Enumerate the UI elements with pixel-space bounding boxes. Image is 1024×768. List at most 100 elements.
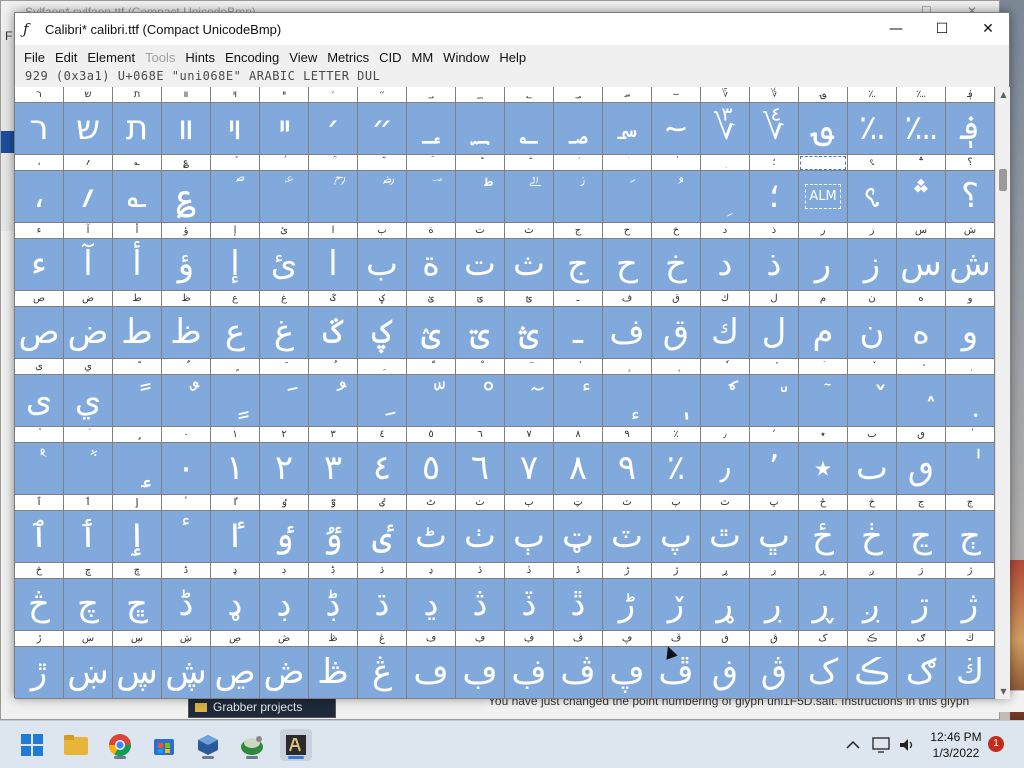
glyph-cell[interactable]: ثث (505, 223, 554, 291)
glyph-cell[interactable]: ڝڝ (211, 631, 260, 699)
menu-element[interactable]: Element (82, 50, 140, 65)
glyph-cell[interactable]: ٭ ٭ (799, 427, 848, 495)
glyph-cell[interactable]: ٵٵ (211, 495, 260, 563)
glyph-cell[interactable]: ړړ (701, 563, 750, 631)
globe-app-button[interactable] (236, 729, 268, 761)
glyph-cell[interactable]: ُُ (309, 359, 358, 427)
glyph-cell[interactable]: ٶٶ (260, 495, 309, 563)
glyph-cell[interactable]: ڨڨ (750, 631, 799, 699)
glyph-cell[interactable]: ٖٖ (652, 359, 701, 427)
glyph-cell[interactable]: كك (701, 291, 750, 359)
glyph-cell[interactable]: ٳٳ (113, 495, 162, 563)
glyph-cell[interactable]: ؾؾ (456, 291, 505, 359)
scroll-down-icon[interactable]: ▼ (996, 684, 1011, 699)
glyph-cell[interactable]: ڣڣ (505, 631, 554, 699)
virtualbox-button[interactable] (192, 729, 224, 761)
glyph-cell[interactable]: ؈ ؈ (799, 87, 848, 155)
menu-window[interactable]: Window (438, 50, 494, 65)
glyph-cell[interactable]: ّّ (407, 359, 456, 427)
clock[interactable]: 12:46 PM 1/3/2022 (928, 729, 984, 761)
minimize-button[interactable]: — (873, 13, 919, 45)
glyph-cell[interactable]: ڍڍ (407, 563, 456, 631)
fontforge-taskbar-button[interactable] (280, 729, 312, 761)
glyph-cell[interactable]: ٮٮ (848, 427, 897, 495)
glyph-cell[interactable]: ؊ ؊ (897, 87, 946, 155)
glyph-cell[interactable]: څڅ (15, 563, 64, 631)
menu-edit[interactable]: Edit (50, 50, 82, 65)
glyph-cell[interactable]: ظظ (162, 291, 211, 359)
glyph-cell[interactable]: ڟڟ (309, 631, 358, 699)
glyph-cell[interactable]: ڤڤ (554, 631, 603, 699)
glyph-cell[interactable]: حح (603, 223, 652, 291)
glyph-cell[interactable]: ؐؐ (211, 155, 260, 223)
glyph-cell[interactable]: ټټ (554, 495, 603, 563)
glyph-cell[interactable]: ؤؤ (162, 223, 211, 291)
glyph-cell[interactable]: ڔڔ (750, 563, 799, 631)
glyph-cell[interactable]: ٷٷ (309, 495, 358, 563)
glyph-cell[interactable]: ٕٕ (603, 359, 652, 427)
glyph-cell[interactable]: شش (946, 223, 995, 291)
glyph-cell[interactable]: ٠٠ (162, 427, 211, 495)
glyph-cell[interactable]: ٤٤ (358, 427, 407, 495)
glyph-cell[interactable]: ڢڢ (456, 631, 505, 699)
glyph-cell[interactable]: ٙٙ (799, 359, 848, 427)
glyph-cell[interactable]: ؿؿ (505, 291, 554, 359)
glyph-cell[interactable]: ؍ ؍ (64, 155, 113, 223)
glyph-cell[interactable]: جج (554, 223, 603, 291)
glyph-cell[interactable]: ځځ (799, 495, 848, 563)
glyph-cell[interactable]: ٞٞ (64, 427, 113, 495)
tray-overflow-icon[interactable] (846, 721, 860, 768)
glyph-cell[interactable]: ڡڡ (407, 631, 456, 699)
glyph-cell[interactable]: ښښ (64, 631, 113, 699)
scroll-up-icon[interactable]: ▲ (996, 87, 1011, 102)
glyph-cell[interactable]: ״ ״ (358, 87, 407, 155)
glyph-cell[interactable]: ؏ ؏ (162, 155, 211, 223)
glyph-cell[interactable]: کک (799, 631, 848, 699)
glyph-cell[interactable]: ََ (260, 359, 309, 427)
glyph-cell[interactable]: آآ (64, 223, 113, 291)
glyph-cell[interactable]: ؇ ؇ (750, 87, 799, 155)
glyph-cell[interactable]: رر (799, 223, 848, 291)
glyph-cell[interactable]: زز (848, 223, 897, 291)
glyph-cell[interactable]: ږږ (848, 563, 897, 631)
glyph-cell[interactable]: ٹٹ (407, 495, 456, 563)
glyph-cell[interactable]: ژژ (946, 563, 995, 631)
glyph-cell[interactable]: שש (64, 87, 113, 155)
title-bar[interactable]: ƒ Calibri* calibri.ttf (Compact UnicodeB… (15, 13, 1009, 45)
network-icon[interactable] (872, 721, 890, 768)
glyph-cell[interactable]: ؀ ؀ (407, 87, 456, 155)
fontforge-window[interactable]: ƒ Calibri* calibri.ttf (Compact UnicodeB… (14, 12, 1010, 699)
glyph-cell[interactable]: תת (113, 87, 162, 155)
glyph-cell[interactable]: صص (15, 291, 64, 359)
glyph-cell[interactable]: ڌڌ (358, 563, 407, 631)
glyph-cell[interactable]: ؓؓ (358, 155, 407, 223)
glyph-cell[interactable]: ٫ ٫ (701, 427, 750, 495)
glyph-cell[interactable]: ٛٛ (897, 359, 946, 427)
glyph-cell[interactable]: ؒؒ (309, 155, 358, 223)
glyph-cell[interactable]: ٽٽ (603, 495, 652, 563)
glyph-cell[interactable]: ٪ ٪ (652, 427, 701, 495)
glyph-cell[interactable]: ٓٓ (505, 359, 554, 427)
glyph-cell[interactable]: ײײ (260, 87, 309, 155)
glyph-cell[interactable]: ڇڇ (113, 563, 162, 631)
glyph-cell[interactable]: ؋ ؋ (946, 87, 995, 155)
glyph-cell[interactable]: ٗٗ (701, 359, 750, 427)
glyph-cell[interactable]: عع (211, 291, 260, 359)
glyph-cell[interactable]: ٨٨ (554, 427, 603, 495)
vertical-scrollbar[interactable]: ▲ ▼ (995, 87, 1010, 699)
glyph-cell[interactable]: ٰٰ (946, 427, 995, 495)
glyph-cell[interactable]: ؞ ؞ (897, 155, 946, 223)
glyph-cell[interactable]: ڂڂ (848, 495, 897, 563)
glyph-cell[interactable]: ٲٲ (64, 495, 113, 563)
glyph-cell[interactable]: ڥڥ (603, 631, 652, 699)
maximize-button[interactable]: ☐ (919, 13, 965, 45)
glyph-cell[interactable]: ــ (554, 291, 603, 359)
glyph-cell[interactable]: ڐڐ (554, 563, 603, 631)
glyph-cell[interactable]: ٣٣ (309, 427, 358, 495)
glyph-cell[interactable]: ؖؖ (505, 155, 554, 223)
menu-view[interactable]: View (284, 50, 322, 65)
glyph-cell[interactable]: ٻٻ (505, 495, 554, 563)
menu-metrics[interactable]: Metrics (322, 50, 374, 65)
glyph-cell[interactable]: ؎ ؎ (113, 155, 162, 223)
glyph-cell[interactable]: ڦڦ (652, 631, 701, 699)
